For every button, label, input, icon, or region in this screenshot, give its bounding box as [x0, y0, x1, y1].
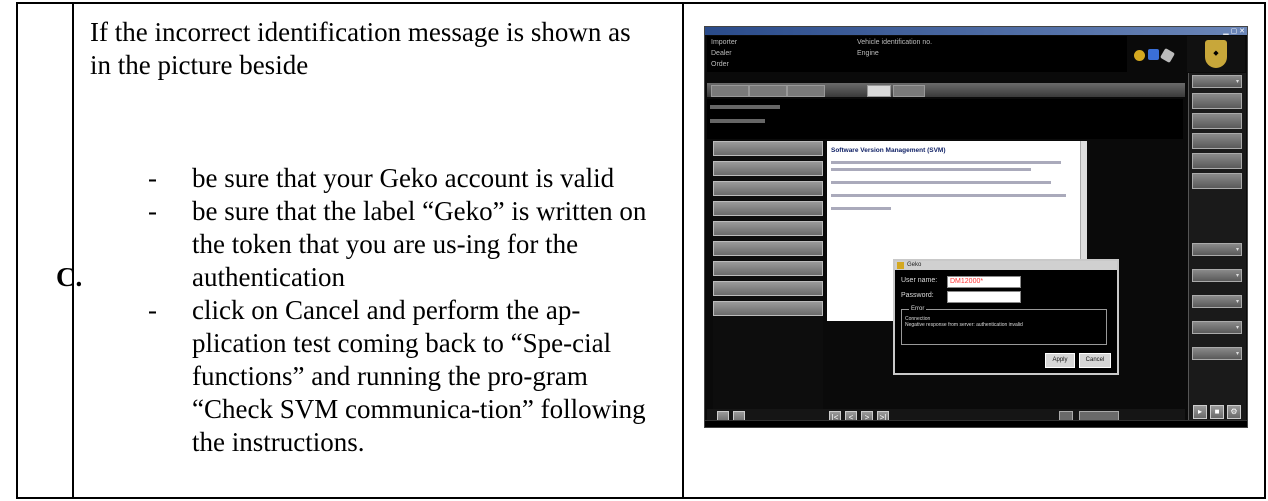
- content-line: [831, 207, 891, 210]
- brand-logo: ◆: [1187, 36, 1245, 72]
- sidebar-item[interactable]: [1192, 173, 1242, 189]
- tab[interactable]: [711, 85, 749, 97]
- header-line: [710, 119, 765, 123]
- diagnostic-app-screenshot: ▁ ▢ ✕ Importer Dealer Order Vehicle iden…: [704, 26, 1248, 428]
- sidebar-item[interactable]: [1192, 153, 1242, 169]
- tool-icon[interactable]: [1134, 50, 1145, 61]
- content-line: [831, 168, 1031, 171]
- function-button[interactable]: [713, 161, 823, 176]
- content-line: [831, 181, 1051, 184]
- list-item: - be sure that your Geko account is vali…: [74, 162, 674, 195]
- function-button[interactable]: [713, 261, 823, 276]
- sidebar-item[interactable]: [1192, 133, 1242, 149]
- wrench-icon[interactable]: [1159, 47, 1176, 64]
- sidebar-dropdown[interactable]: [1192, 269, 1242, 283]
- sidebar-dropdown[interactable]: [1192, 347, 1242, 361]
- bullet-text: be sure that your Geko account is valid: [192, 163, 615, 193]
- instruction-table: C. If the incorrect identification messa…: [16, 2, 1266, 499]
- function-list-panel: [713, 141, 823, 411]
- username-field[interactable]: DM12000*: [947, 276, 1021, 288]
- app-icon: [897, 262, 904, 269]
- save-icon[interactable]: ■: [1210, 405, 1224, 419]
- function-button[interactable]: [713, 221, 823, 236]
- function-button[interactable]: [713, 201, 823, 216]
- window-controls-icon: ▁ ▢ ✕: [1223, 28, 1245, 35]
- bullet-dash: -: [148, 163, 157, 193]
- apply-button[interactable]: Apply: [1045, 353, 1075, 368]
- sidebar-dropdown[interactable]: [1192, 243, 1242, 257]
- instruction-text-column: If the incorrect identification message …: [74, 4, 684, 497]
- bullet-dash: -: [148, 196, 157, 226]
- bullet-dash: -: [148, 295, 157, 325]
- engine-label: Engine: [857, 50, 879, 57]
- toolbar-icons: [1130, 37, 1182, 71]
- password-field[interactable]: [947, 291, 1021, 303]
- network-icon[interactable]: [1148, 49, 1159, 60]
- username-label: User name:: [901, 277, 938, 284]
- settings-icon[interactable]: ⚙: [1227, 405, 1241, 419]
- function-button[interactable]: [713, 141, 823, 156]
- error-box: Connection Negative response from server…: [901, 309, 1107, 345]
- bullet-text: be sure that the label “Geko” is written…: [192, 196, 647, 292]
- test-header: [707, 99, 1183, 139]
- sidebar-item[interactable]: [1192, 93, 1242, 109]
- shield-icon: ◆: [1205, 40, 1227, 68]
- row-label-column: C.: [18, 4, 82, 497]
- print-icon[interactable]: ▸: [1193, 405, 1207, 419]
- password-label: Password:: [901, 292, 934, 299]
- geko-login-dialog: Geko User name: DM12000* Password: Conne…: [893, 259, 1119, 375]
- sidebar-item[interactable]: [1192, 113, 1242, 129]
- tab-bar: [707, 83, 1185, 97]
- order-label: Order: [711, 61, 729, 68]
- importer-label: Importer: [711, 39, 738, 46]
- tab[interactable]: [893, 85, 925, 97]
- tab-active[interactable]: [867, 85, 891, 97]
- dialog-title: Geko: [895, 261, 1117, 270]
- right-sidebar: ▸ ■ ⚙: [1188, 73, 1246, 425]
- content-heading: Software Version Management (SVM): [831, 147, 946, 154]
- instruction-list: - be sure that your Geko account is vali…: [74, 162, 674, 459]
- header-line: [710, 105, 780, 109]
- dealer-label: Dealer: [711, 50, 732, 57]
- vin-label: Vehicle identification no.: [857, 39, 933, 46]
- sidebar-dropdown[interactable]: [1192, 295, 1242, 309]
- intro-paragraph: If the incorrect identification message …: [90, 17, 631, 80]
- content-line: [831, 194, 1066, 197]
- function-button[interactable]: [713, 241, 823, 256]
- sidebar-dropdown[interactable]: [1192, 75, 1242, 89]
- app-titlebar: ▁ ▢ ✕: [705, 27, 1247, 35]
- content-line: [831, 161, 1061, 164]
- error-line: Negative response from server: authentic…: [905, 322, 1023, 328]
- function-button[interactable]: [713, 281, 823, 296]
- tab[interactable]: [749, 85, 787, 97]
- status-bar: [705, 420, 1247, 427]
- function-button[interactable]: [713, 181, 823, 196]
- sidebar-dropdown[interactable]: [1192, 321, 1242, 335]
- vehicle-info-panel: Importer Dealer Order Vehicle identifica…: [707, 36, 1127, 72]
- screenshot-column: ▁ ▢ ✕ Importer Dealer Order Vehicle iden…: [684, 4, 1264, 497]
- list-item: - click on Cancel and perform the ap-pli…: [74, 294, 674, 459]
- bullet-text: click on Cancel and perform the ap-plica…: [192, 295, 646, 457]
- error-legend: Error: [909, 306, 927, 312]
- cancel-button[interactable]: Cancel: [1079, 353, 1111, 368]
- function-button[interactable]: [713, 301, 823, 316]
- tab[interactable]: [787, 85, 825, 97]
- list-item: - be sure that the label “Geko” is writt…: [74, 195, 674, 294]
